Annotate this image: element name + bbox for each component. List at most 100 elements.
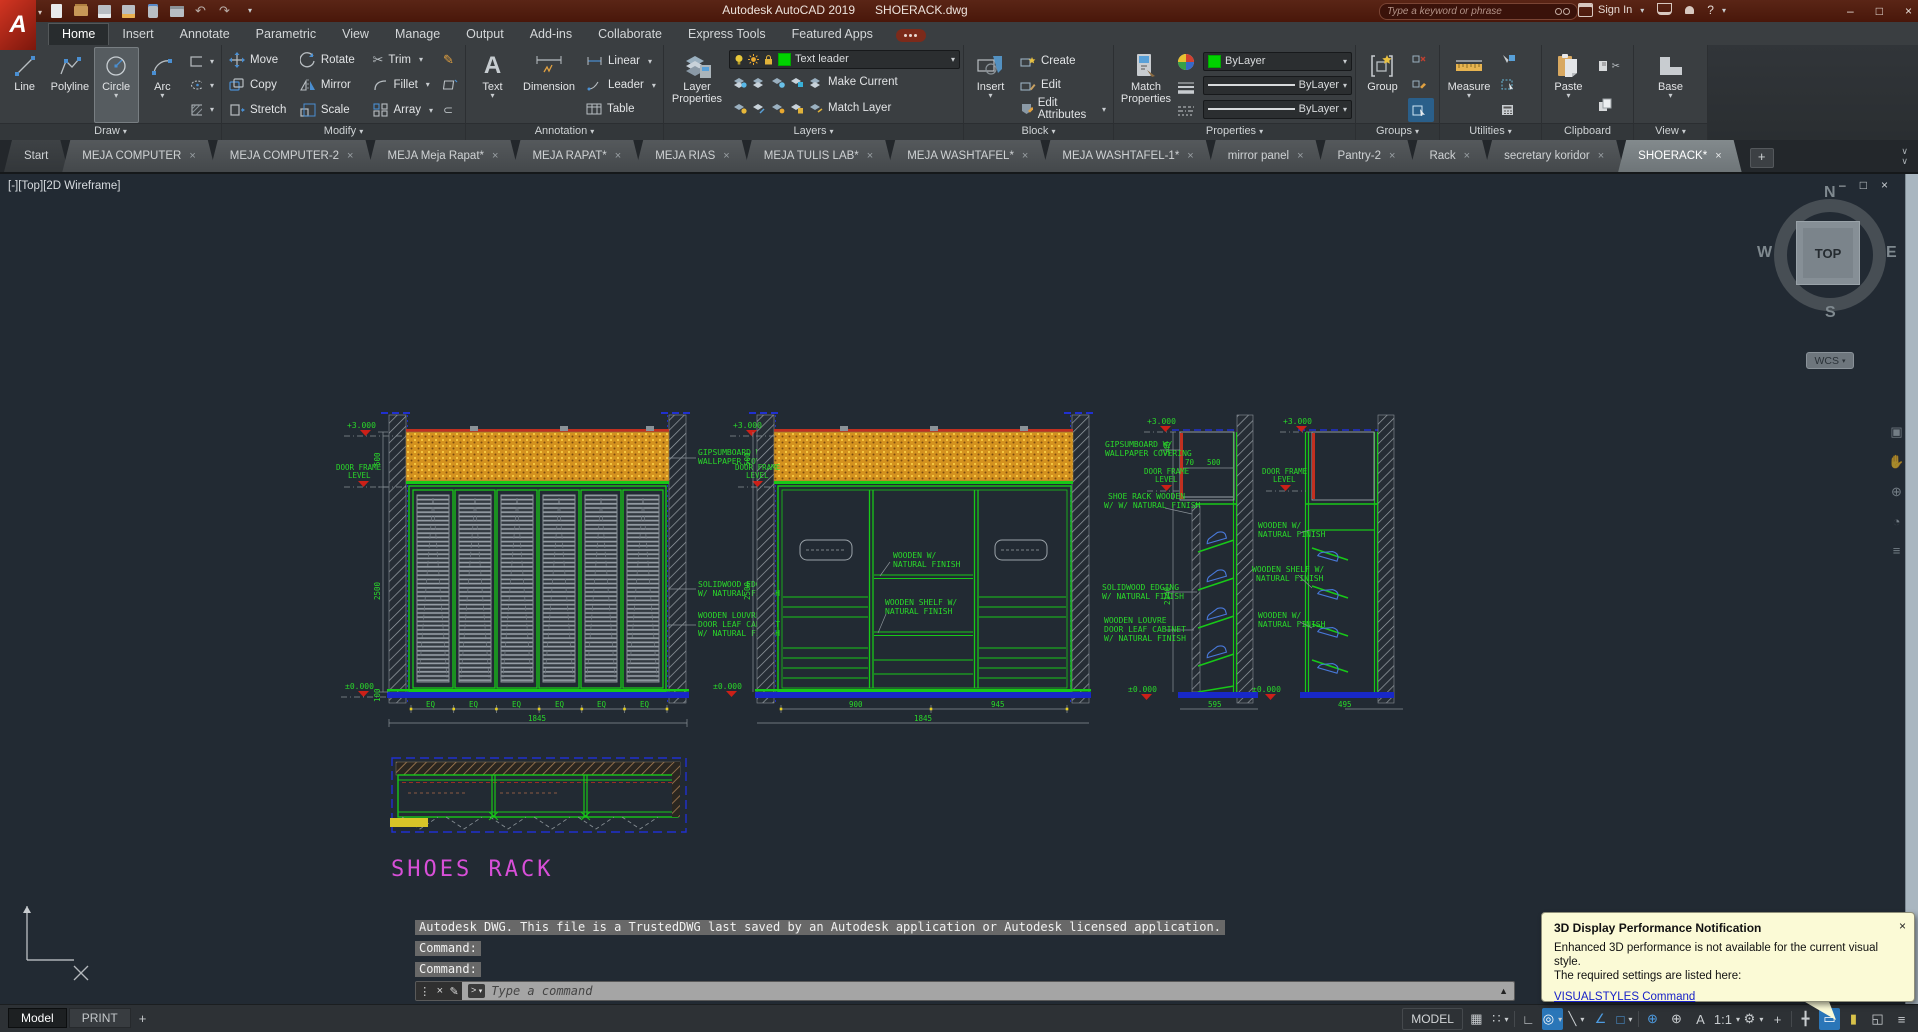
save-icon[interactable] — [96, 3, 113, 19]
select-all-button[interactable] — [1497, 73, 1525, 97]
close-icon[interactable]: × — [1187, 150, 1193, 162]
vp-minimize-icon[interactable]: – — [1839, 178, 1846, 192]
file-tab[interactable]: MEJA COMPUTER × — [62, 140, 215, 172]
new-layout-button[interactable]: + — [133, 1011, 153, 1026]
redo-icon[interactable]: ↷ — [216, 3, 233, 19]
arc-dropdown-icon[interactable] — [141, 93, 184, 98]
annotation-scale-button[interactable]: A — [1690, 1008, 1711, 1030]
close-icon[interactable]: × — [189, 150, 195, 162]
visualstyles-link[interactable]: VISUALSTYLES Command — [1554, 991, 1902, 1003]
command-input[interactable]: > ▾ Type a command ▲ — [462, 982, 1514, 1000]
grid-toggle[interactable]: ▦ — [1466, 1008, 1487, 1030]
model-tab[interactable]: Model — [8, 1008, 67, 1028]
ungroup-button[interactable] — [1408, 48, 1434, 72]
search-icon[interactable] — [1555, 8, 1570, 15]
close-icon[interactable]: × — [867, 150, 873, 162]
isodraft-toggle[interactable]: ╲ — [1566, 1008, 1587, 1030]
file-tab-start[interactable]: Start — [4, 140, 68, 172]
tab-collaborate[interactable]: Collaborate — [585, 24, 675, 45]
logo-dropdown-icon[interactable]: ▾ — [38, 8, 42, 17]
close-icon[interactable]: × — [1464, 150, 1470, 162]
panel-label-modify[interactable]: Modify — [222, 123, 465, 140]
linetype-select[interactable]: ByLayer ▾ — [1203, 99, 1352, 119]
insert-button[interactable]: Insert — [967, 47, 1014, 123]
print-layout-tab[interactable]: PRINT — [68, 1008, 131, 1028]
scale-select[interactable]: 1:1 — [1714, 1008, 1740, 1030]
command-customize-icon[interactable]: ✎ — [450, 985, 459, 998]
tab-insert[interactable]: Insert — [109, 24, 166, 45]
polyline-button[interactable]: Polyline — [48, 47, 91, 123]
arc-button[interactable]: Arc — [141, 47, 184, 123]
tab-overflow-icon[interactable]: ∨ ∨ — [1901, 140, 1908, 172]
close-icon[interactable]: × — [1297, 150, 1303, 162]
graphics-performance-button[interactable]: ◱ — [1867, 1008, 1888, 1030]
annotation-visibility-toggle[interactable]: ⊕ — [1642, 1008, 1663, 1030]
layer-properties-button[interactable]: Layer Properties — [667, 47, 727, 123]
file-tab[interactable]: MEJA TULIS LAB* × — [744, 140, 893, 172]
file-tab[interactable]: secretary koridor × — [1484, 140, 1624, 172]
close-icon[interactable]: × — [492, 150, 498, 162]
scale-button[interactable]: Scale — [296, 98, 367, 122]
ribbon-options-icon[interactable] — [895, 29, 926, 42]
sign-in-dropdown-icon[interactable] — [1637, 4, 1644, 16]
qat-menu-icon[interactable] — [240, 3, 257, 19]
isolate-objects-button[interactable]: ▮ — [1843, 1008, 1864, 1030]
color-select[interactable]: ByLayer ▾ — [1203, 51, 1352, 71]
file-tab[interactable]: MEJA RAPAT* × — [512, 140, 641, 172]
edit-block-button[interactable]: Edit — [1016, 73, 1110, 97]
file-tab[interactable]: MEJA WASHTAFEL-1* × — [1042, 140, 1213, 172]
match-properties-button[interactable]: Match Properties — [1117, 47, 1175, 123]
tab-output[interactable]: Output — [453, 24, 517, 45]
tab-featured-apps[interactable]: Featured Apps — [779, 24, 886, 45]
leader-button[interactable]: Leader — [582, 73, 660, 97]
object-snap-toggle[interactable]: □ — [1614, 1008, 1635, 1030]
store-cart-icon[interactable] — [1657, 2, 1673, 15]
edit-attributes-button[interactable]: Edit Attributes — [1016, 97, 1110, 121]
file-tab[interactable]: MEJA COMPUTER-2 × — [210, 140, 374, 172]
close-icon[interactable]: × — [1715, 150, 1721, 162]
new-drawing-tab-button[interactable]: + — [1749, 148, 1774, 168]
panel-label-utilities[interactable]: Utilities — [1440, 123, 1541, 140]
group-button[interactable]: Group — [1359, 47, 1406, 123]
wcs-selector[interactable]: WCS ▾ — [1806, 352, 1854, 369]
sign-in-button[interactable]: Sign In — [1598, 4, 1632, 16]
annotation-monitor[interactable]: + — [1767, 1008, 1788, 1030]
panel-label-draw[interactable]: Draw — [0, 123, 221, 140]
close-icon[interactable]: × — [723, 150, 729, 162]
panel-label-block[interactable]: Block — [964, 123, 1113, 140]
match-layer-button[interactable]: Match Layer — [729, 96, 960, 120]
explode-button[interactable] — [439, 73, 462, 97]
user-badge-icon[interactable] — [1578, 3, 1593, 17]
panel-label-properties[interactable]: Properties — [1114, 123, 1355, 140]
tab-express-tools[interactable]: Express Tools — [675, 24, 779, 45]
model-space-button[interactable]: MODEL — [1402, 1008, 1463, 1030]
command-prompt-icon[interactable]: > ▾ — [468, 984, 486, 998]
close-icon[interactable]: × — [1022, 150, 1028, 162]
viewcube-north[interactable]: N — [1824, 184, 1836, 202]
tab-annotate[interactable]: Annotate — [167, 24, 243, 45]
panel-label-annotation[interactable]: Annotation — [466, 123, 663, 140]
copy-clip-button[interactable] — [1594, 92, 1624, 116]
dimension-button[interactable]: Dimension — [518, 47, 580, 123]
tab-manage[interactable]: Manage — [382, 24, 453, 45]
minimize-button[interactable]: – — [1847, 4, 1854, 18]
osnap-tracking-toggle[interactable]: ∠ — [1590, 1008, 1611, 1030]
snap-toggle[interactable]: ∷ — [1490, 1008, 1511, 1030]
help-icon[interactable]: ? — [1707, 3, 1714, 17]
calculator-button[interactable] — [1497, 98, 1525, 122]
fillet-button[interactable]: Fillet — [369, 73, 438, 97]
ellipse-tool-button[interactable] — [186, 73, 218, 97]
notification-bell-icon[interactable] — [1685, 6, 1695, 14]
file-tab[interactable]: mirror panel × — [1208, 140, 1324, 172]
file-tab[interactable]: Pantry-2 × — [1318, 140, 1416, 172]
close-icon[interactable]: × — [1389, 150, 1395, 162]
table-button[interactable]: Table — [582, 97, 660, 121]
overkill-button[interactable]: ⊂ — [439, 98, 462, 122]
paste-button[interactable]: Paste — [1545, 47, 1592, 123]
measure-button[interactable]: Measure — [1443, 47, 1495, 123]
command-grip-icon[interactable]: ⋮ — [419, 985, 430, 998]
base-button[interactable]: Base — [1647, 47, 1694, 123]
make-current-button[interactable]: Make Current — [729, 70, 960, 94]
rectangle-tool-button[interactable] — [186, 49, 218, 73]
notification-close-icon[interactable]: × — [1899, 919, 1906, 933]
